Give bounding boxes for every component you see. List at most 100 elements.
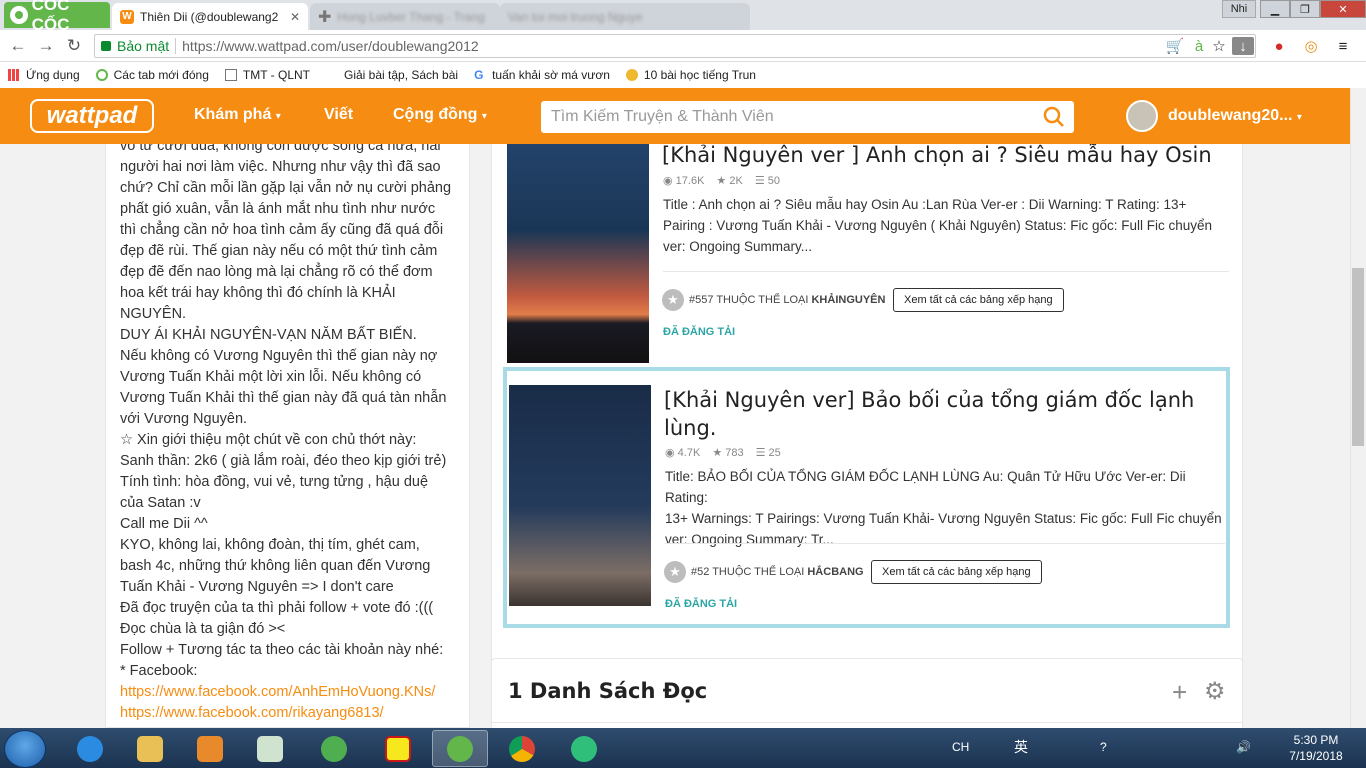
story-stats: ◉ 4.7K ★ 783 ☰ 25 (665, 446, 781, 459)
story-title[interactable]: [Khải Nguyên ver] Bảo bối của tổng giám … (664, 386, 1204, 442)
tab-title: Thiên Dii (@doublewang2 (140, 9, 279, 24)
settings-gear-icon[interactable]: ⚙ (1204, 677, 1226, 706)
bio-line: hoa kết trái hay không thì đó chính là K… (120, 285, 396, 301)
facebook-link[interactable]: https://www.facebook.com/AnhEmHoVuong.KN… (120, 682, 460, 703)
url-text: https://www.wattpad.com/user/doublewang2… (182, 38, 479, 54)
document-app-icon[interactable] (242, 730, 298, 767)
ie-icon[interactable] (62, 730, 118, 767)
download-icon[interactable]: ↓ (1232, 37, 1254, 55)
avatar[interactable] (1126, 100, 1158, 132)
divider (491, 722, 1243, 723)
eye-icon: ◉ (665, 447, 675, 459)
lock-icon (101, 41, 111, 51)
bookmark-apps[interactable]: Ứng dụng (0, 68, 88, 82)
divider (665, 543, 1225, 544)
bulb-icon (625, 69, 638, 81)
story-title[interactable]: [Khải Nguyên ver ] Anh chọn ai ? Siêu mẫ… (662, 144, 1232, 169)
bio-line: vô tư cười đùa, không còn được sống cả n… (120, 144, 441, 154)
volume-icon[interactable]: 🔊 (1236, 740, 1251, 754)
star-icon: ★ (712, 447, 723, 459)
new-tab-icon[interactable]: ✚ (318, 7, 331, 27)
view-rankings-button[interactable]: Xem tất cả các bảng xếp hạng (893, 288, 1064, 312)
bookmark-recent-tabs[interactable]: Các tab mới đóng (88, 68, 217, 82)
chat-app-icon[interactable] (556, 730, 612, 767)
tab-background[interactable]: ✚ Hong Luvber Thang - Trang (310, 3, 500, 30)
bio-line: KYO, không lai, không đoàn, thị tím, ghé… (120, 537, 420, 553)
tab-background[interactable]: Van toi moi truong Nguye (500, 3, 750, 30)
reads-count: ◉ 4.7K (665, 447, 701, 459)
rank-text: #52 THUỘC THỂ LOẠI HẮCBANG (691, 566, 864, 578)
rank-badge-icon: ★ (664, 561, 686, 583)
ime-indicator[interactable]: 英 (1014, 737, 1028, 757)
username-menu[interactable]: doublewang20... ▾ (1168, 107, 1302, 125)
bio-line: Đọc chùa là ta giận đó >< (120, 621, 286, 637)
translate-icon[interactable]: à (1190, 37, 1208, 55)
apps-icon (8, 69, 20, 81)
published-status: ĐÃ ĐĂNG TẢI (663, 326, 736, 338)
help-icon[interactable]: ? (1100, 740, 1107, 754)
wattpad-logo[interactable]: wattpad (30, 99, 154, 133)
site-icon (326, 69, 338, 81)
calculator-app-icon[interactable] (370, 730, 426, 767)
story-description: Title: BẢO BỐI CỦA TỔNG GIÁM ĐỐC LẠNH LÙ… (665, 469, 1222, 547)
bio-line: ☆ Xin giới thiệu một chút về con chủ thớ… (120, 432, 417, 448)
bookmark-tmt[interactable]: TMT - QLNT (217, 68, 318, 82)
start-button[interactable] (4, 730, 46, 768)
story-cover[interactable] (509, 385, 651, 606)
profile-bio: vô tư cười đùa, không còn được sống cả n… (120, 144, 460, 724)
caret-down-icon: ▾ (481, 111, 487, 122)
nav-community[interactable]: Cộng đồng ▾ (393, 106, 487, 124)
explorer-icon[interactable] (122, 730, 178, 767)
back-button[interactable]: ← (8, 36, 28, 56)
coccoc-taskbar-icon[interactable] (432, 730, 488, 767)
eye-icon: ◉ (663, 175, 673, 187)
restore-button[interactable]: ❐ (1290, 0, 1320, 18)
search-input[interactable]: Tìm Kiếm Truyện & Thành Viên (541, 101, 1074, 133)
facebook-link[interactable]: https://www.facebook.com/rikayang6813/ (120, 703, 460, 724)
parts-count: ☰ 25 (755, 447, 781, 459)
story-cover[interactable] (507, 144, 649, 363)
bookmark-tieng-trung[interactable]: 10 bài học tiếng Trun (618, 68, 764, 82)
bio-line: DUY ÁI KHẢI NGUYÊN-VẠN NĂM BẤT BIẾN. (120, 327, 417, 343)
story-stats: ◉ 17.6K ★ 2K ☰ 50 (663, 174, 780, 187)
minimize-button[interactable]: ▁ (1260, 0, 1290, 18)
bio-line: Đã đọc truyện của ta thì phải follow + v… (120, 600, 434, 616)
extension-icon[interactable]: ◎ (1302, 37, 1320, 55)
chrome-icon[interactable] (494, 730, 550, 767)
tab-active[interactable]: W Thiên Dii (@doublewang2 ✕ (112, 3, 308, 30)
media-player-icon[interactable] (182, 730, 238, 767)
url-field[interactable]: Bảo mật https://www.wattpad.com/user/dou… (94, 34, 1256, 58)
search-icon[interactable] (1043, 106, 1065, 128)
list-icon: ☰ (755, 447, 766, 459)
pinterest-icon[interactable]: ● (1270, 37, 1288, 55)
bio-line: chứ? Chỉ cần mỗi lần gặp lại vẫn nở nụ c… (120, 180, 452, 196)
bookmark-google-search[interactable]: Gtuấn khải sờ má vươn (466, 68, 618, 82)
parrot-app-icon[interactable] (306, 730, 362, 767)
votes-count: ★ 783 (712, 447, 744, 459)
nav-discover[interactable]: Khám phá ▾ (194, 106, 281, 124)
close-tab-icon[interactable]: ✕ (290, 10, 300, 24)
cart-icon[interactable]: 🛒 (1166, 37, 1185, 55)
view-rankings-button[interactable]: Xem tất cả các bảng xếp hạng (871, 560, 1042, 584)
menu-icon[interactable]: ≡ (1334, 37, 1352, 55)
add-reading-list-icon[interactable]: + (1172, 677, 1187, 708)
scrollbar-thumb[interactable] (1352, 268, 1364, 446)
browser-logo[interactable]: CỐC CỐC (4, 0, 110, 34)
close-window-button[interactable]: ✕ (1320, 0, 1366, 18)
reload-button[interactable]: ↻ (64, 36, 84, 56)
language-indicator[interactable]: CH (952, 740, 969, 754)
system-clock[interactable]: 5:30 PM 7/19/2018 (1276, 732, 1356, 764)
bio-line: Vương Tuấn Khải thì thế gian này đã quá … (120, 390, 447, 406)
bookmark-star-icon[interactable]: ☆ (1210, 37, 1228, 55)
profile-chip[interactable]: Nhi (1222, 0, 1256, 18)
nav-write[interactable]: Viết (324, 106, 353, 124)
bookmark-giai-bai-tap[interactable]: Giải bài tập, Sách bài (318, 68, 466, 82)
star-icon: ★ (716, 175, 727, 187)
bio-line: Follow + Tương tác ta theo các tài khoản… (120, 642, 444, 658)
separator (175, 38, 177, 54)
bio-line: phất gió xuân, vẫn là ánh mắt nhu tình n… (120, 201, 436, 217)
forward-button[interactable]: → (36, 36, 56, 56)
bio-line: người hai nơi làm việc. Nhưng như vậy th… (120, 159, 441, 175)
google-icon: G (474, 68, 484, 82)
bio-line: Call me Dii ^^ (120, 516, 208, 532)
